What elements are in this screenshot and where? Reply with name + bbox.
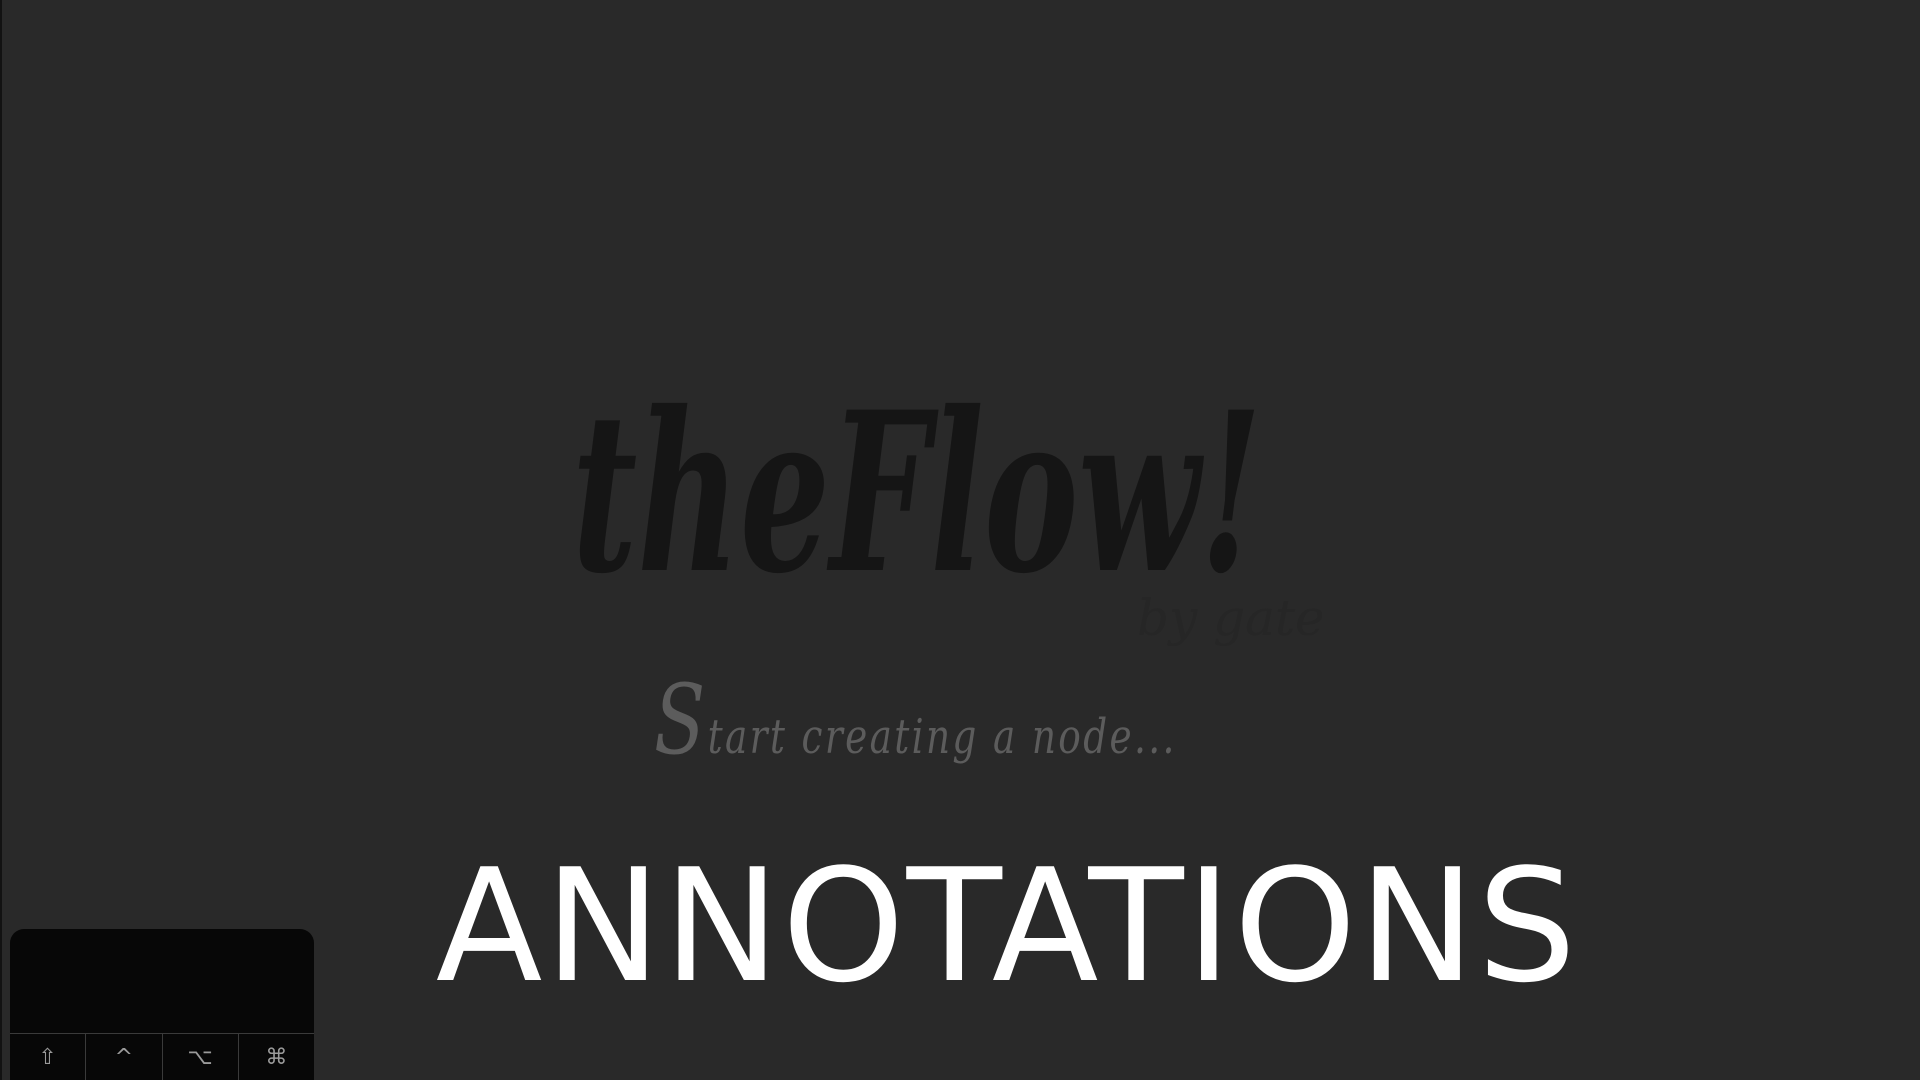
control-icon[interactable]: ^ bbox=[86, 1034, 163, 1080]
hint-initial: S bbox=[654, 664, 708, 776]
shift-icon[interactable]: ⇧ bbox=[10, 1034, 87, 1080]
command-icon[interactable]: ⌘ bbox=[239, 1034, 314, 1080]
app-logo: theFlow! by gates bbox=[562, 350, 1322, 670]
option-icon[interactable]: ⌥ bbox=[163, 1034, 239, 1080]
modifier-keys-panel: ⇧ ^ ⌥ ⌘ bbox=[10, 929, 314, 1080]
modifier-keys-row: ⇧ ^ ⌥ ⌘ bbox=[10, 1033, 314, 1080]
canvas[interactable]: theFlow! by gates Start creating a node.… bbox=[0, 0, 1920, 1080]
hint-text: tart creating a node... bbox=[707, 709, 1177, 765]
logo-main-text: theFlow! bbox=[572, 363, 1262, 622]
logo-byline: by gates bbox=[1137, 589, 1322, 647]
empty-canvas-hint: Start creating a node... bbox=[654, 672, 1177, 768]
